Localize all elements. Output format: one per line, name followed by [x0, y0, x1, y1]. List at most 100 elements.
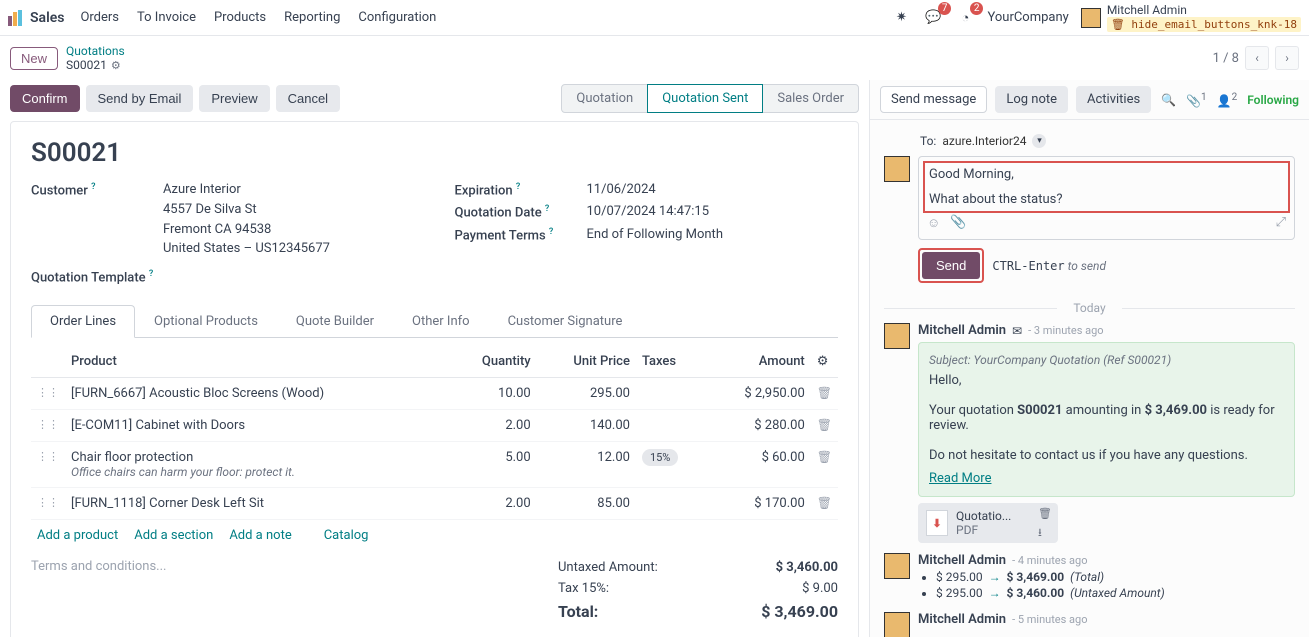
cell-tax[interactable]: 15% [636, 442, 706, 488]
table-row[interactable]: ⋮⋮ [FURN_1118] Corner Desk Left Sit 2.00… [31, 488, 838, 520]
expiration-value[interactable]: 11/06/2024 [587, 182, 656, 198]
author[interactable]: Mitchell Admin [918, 612, 1006, 627]
chatter-tab-log[interactable]: Log note [995, 86, 1068, 113]
gear-icon[interactable]: ⚙ [111, 59, 121, 72]
catalog[interactable]: Catalog [324, 528, 369, 543]
download-icon[interactable]: ⭳ [1038, 524, 1052, 543]
trash-icon[interactable]: 🗑 [811, 378, 838, 410]
send-button[interactable]: Send [922, 252, 980, 279]
cell-qty[interactable]: 10.00 [449, 378, 537, 410]
stage-sales-order[interactable]: Sales Order [762, 84, 859, 113]
menu-products[interactable]: Products [214, 10, 266, 25]
bug-icon[interactable]: ✷ [891, 8, 911, 28]
tab-other-info[interactable]: Other Info [393, 305, 489, 337]
cell-price[interactable]: 140.00 [537, 410, 636, 442]
terms-input[interactable]: Terms and conditions... [31, 551, 166, 624]
cell-qty[interactable]: 2.00 [449, 488, 537, 520]
cell-product[interactable]: [E-COM11] Cabinet with Doors [65, 410, 449, 442]
message-item: Mitchell Admin - 5 minutes ago [884, 612, 1295, 637]
attachment[interactable]: ⬇ Quotatio...PDF 🗑⭳ [918, 503, 1058, 543]
expand-icon[interactable]: ⤢ [1276, 215, 1286, 231]
attach-icon[interactable]: 📎 [950, 215, 966, 231]
attachment-icon[interactable]: 📎1 [1186, 92, 1207, 108]
quotation-date-value[interactable]: 10/07/2024 14:47:15 [587, 204, 710, 220]
emoji-icon[interactable]: ☺ [927, 215, 940, 231]
drag-handle[interactable]: ⋮⋮ [31, 378, 65, 410]
trash-icon[interactable]: 🗑 [811, 410, 838, 442]
cell-product[interactable]: [FURN_6667] Acoustic Bloc Screens (Wood) [65, 378, 449, 410]
email-preview: Subject: YourCompany Quotation (Ref S000… [918, 342, 1295, 497]
drag-handle[interactable]: ⋮⋮ [31, 410, 65, 442]
label-customer: Customer [31, 183, 88, 198]
cell-price[interactable]: 85.00 [537, 488, 636, 520]
followers-icon[interactable]: 👤2 [1217, 92, 1238, 108]
tab-optional-products[interactable]: Optional Products [135, 305, 277, 337]
send-email-button[interactable]: Send by Email [86, 85, 194, 112]
cell-qty[interactable]: 5.00 [449, 442, 537, 488]
table-row[interactable]: ⋮⋮ Chair floor protectionOffice chairs c… [31, 442, 838, 488]
table-row[interactable]: ⋮⋮ [FURN_6667] Acoustic Bloc Screens (Wo… [31, 378, 838, 410]
new-button[interactable]: New [10, 47, 58, 70]
trash-icon[interactable]: 🗑 [811, 488, 838, 520]
activities-icon[interactable]: ◔2 [955, 8, 975, 28]
tabs: Order Lines Optional Products Quote Buil… [31, 305, 838, 338]
cell-price[interactable]: 12.00 [537, 442, 636, 488]
menu-to-invoice[interactable]: To Invoice [137, 10, 196, 25]
add-product[interactable]: Add a product [37, 528, 118, 543]
confirm-button[interactable]: Confirm [10, 85, 80, 112]
messaging-icon[interactable]: 💬7 [923, 8, 943, 28]
read-more[interactable]: Read More [929, 471, 991, 486]
col-settings-icon[interactable]: ⚙ [811, 346, 838, 378]
company-switcher[interactable]: YourCompany [987, 10, 1068, 25]
drag-handle[interactable]: ⋮⋮ [31, 442, 65, 488]
record-title: S00021 [31, 138, 838, 168]
search-icon[interactable]: 🔍 [1161, 93, 1176, 107]
payment-terms-value[interactable]: End of Following Month [587, 227, 723, 243]
cell-product[interactable]: Chair floor protectionOffice chairs can … [65, 442, 449, 488]
label-template: Quotation Template [31, 270, 146, 285]
pager-info[interactable]: 1 / 8 [1213, 51, 1239, 66]
add-section[interactable]: Add a section [134, 528, 213, 543]
menu-configuration[interactable]: Configuration [358, 10, 436, 25]
table-row[interactable]: ⋮⋮ [E-COM11] Cabinet with Doors 2.00 140… [31, 410, 838, 442]
add-note[interactable]: Add a note [229, 528, 291, 543]
menu-orders[interactable]: Orders [80, 10, 119, 25]
menu-reporting[interactable]: Reporting [284, 10, 340, 25]
cell-product[interactable]: [FURN_1118] Corner Desk Left Sit [65, 488, 449, 520]
tab-customer-signature[interactable]: Customer Signature [489, 305, 642, 337]
cancel-button[interactable]: Cancel [276, 85, 340, 112]
timestamp: - 5 minutes ago [1012, 613, 1087, 626]
preview-button[interactable]: Preview [199, 85, 269, 112]
pager-prev[interactable]: ‹ [1245, 46, 1269, 70]
trash-icon[interactable]: 🗑 [1038, 507, 1052, 520]
stage-quotation-sent[interactable]: Quotation Sent [647, 84, 763, 113]
envelope-icon[interactable]: ✉ [1012, 324, 1022, 338]
author[interactable]: Mitchell Admin [918, 553, 1006, 568]
total-value: $ 3,469.00 [761, 602, 838, 621]
tab-quote-builder[interactable]: Quote Builder [277, 305, 393, 337]
drag-handle[interactable]: ⋮⋮ [31, 488, 65, 520]
author[interactable]: Mitchell Admin [918, 323, 1006, 338]
customer-value[interactable]: Azure Interior [163, 182, 241, 198]
breadcrumb-parent[interactable]: Quotations [66, 44, 125, 58]
pager-next[interactable]: › [1275, 46, 1299, 70]
cell-tax[interactable] [636, 378, 706, 410]
chatter-tab-send[interactable]: Send message [880, 86, 987, 113]
chevron-down-icon[interactable]: ▾ [1032, 134, 1046, 148]
chatter-tab-activities[interactable]: Activities [1076, 86, 1151, 113]
message-input[interactable]: Good Morning, What about the status? ☺ 📎… [918, 156, 1295, 240]
cell-price[interactable]: 295.00 [537, 378, 636, 410]
app-brand[interactable]: Sales [8, 10, 64, 26]
app-name: Sales [30, 10, 64, 26]
stage-quotation[interactable]: Quotation [561, 84, 648, 113]
message-avatar [884, 612, 910, 637]
user-menu[interactable]: Mitchell Admin 🗑 hide_email_buttons_knk-… [1081, 3, 1301, 32]
cell-tax[interactable] [636, 410, 706, 442]
cell-qty[interactable]: 2.00 [449, 410, 537, 442]
tab-order-lines[interactable]: Order Lines [31, 305, 135, 338]
trash-icon[interactable]: 🗑 [811, 442, 838, 488]
following-label[interactable]: Following [1247, 93, 1299, 107]
untaxed-value: $ 3,460.00 [776, 560, 838, 575]
cell-tax[interactable] [636, 488, 706, 520]
to-recipient[interactable]: azure.Interior24 [942, 134, 1026, 148]
